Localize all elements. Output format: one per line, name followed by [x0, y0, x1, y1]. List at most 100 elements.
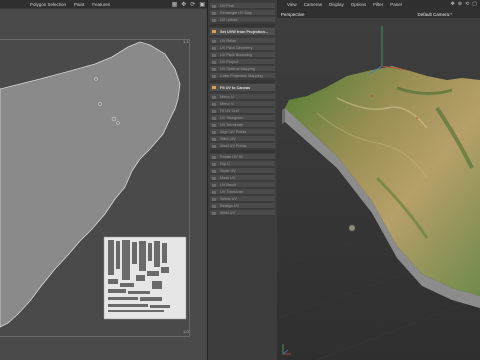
tool-icon — [212, 130, 216, 134]
tool-separator — [210, 150, 275, 153]
zoom-icon[interactable]: ⊕ — [458, 1, 462, 7]
tool-item[interactable]: UV Transform — [210, 189, 275, 195]
viewport-canvas[interactable] — [277, 18, 480, 360]
tool-item[interactable]: Mask UV — [210, 175, 275, 181]
tool-label: Set UVW from Projection... — [220, 30, 269, 34]
tool-item[interactable]: UV Unfold — [210, 17, 275, 23]
tool-label: Scale UV — [220, 169, 236, 173]
tool-label: Align UV Points — [220, 130, 247, 134]
tool-item[interactable]: Mirror V — [210, 101, 275, 107]
tool-label: UV Transform — [220, 190, 244, 194]
tool-item[interactable]: UV Brush — [210, 182, 275, 188]
tool-icon — [212, 46, 216, 50]
tool-label: UV Relax — [220, 39, 237, 43]
terrain-svg — [277, 26, 480, 360]
tool-item[interactable]: UV Relax — [210, 38, 275, 44]
tool-label: UV Peel — [220, 4, 234, 8]
tool-item[interactable]: Align UV Points — [210, 129, 275, 135]
menu-panel[interactable]: Panel — [390, 2, 402, 7]
menu-options[interactable]: Options — [351, 2, 367, 7]
tool-icon — [212, 155, 216, 159]
menu-paint[interactable]: Paint — [74, 2, 84, 7]
tool-item[interactable]: Fit UV Grid — [210, 108, 275, 114]
grid-icon[interactable]: ▦ — [172, 1, 178, 8]
world-axis-icon — [282, 344, 291, 355]
tool-label: Flip U — [220, 162, 230, 166]
tool-label: UV Optimal Mapping — [220, 67, 256, 71]
move-icon[interactable]: ✥ — [181, 1, 186, 8]
tool-label: UV Unfold — [220, 18, 238, 22]
tool-item[interactable]: Mirror U — [210, 94, 275, 100]
tool-icon — [212, 18, 216, 22]
tool-item[interactable]: Rotate UV 90 — [210, 154, 275, 160]
tool-label: Rotate UV 90 — [220, 155, 243, 159]
tool-label: UV Project — [220, 60, 239, 64]
tool-item[interactable]: UV Pack Geometry — [210, 45, 275, 51]
tool-icon — [212, 169, 216, 173]
tool-item[interactable]: UV Pack Bounding — [210, 52, 275, 58]
tool-item[interactable]: UV Peel — [210, 3, 275, 9]
camera-name: Default Camera — [417, 12, 449, 17]
camera-symbol: :* — [448, 12, 452, 17]
tool-item[interactable]: Rectangle UV Map — [210, 10, 275, 16]
uv-toolbar: ▦ ✥ ⟳ ▣ — [172, 0, 205, 8]
tool-item[interactable]: Weld UV Points — [210, 143, 275, 149]
tool-item[interactable]: Flip U — [210, 161, 275, 167]
tool-icon — [212, 204, 216, 208]
tool-item[interactable]: Cube Projection Mapping — [210, 73, 275, 79]
tool-icon — [212, 162, 216, 166]
tool-icon — [212, 183, 216, 187]
tool-item[interactable]: Weld UV — [210, 210, 275, 216]
camera-selector[interactable]: Default Camera:* — [417, 12, 452, 17]
uv-canvas[interactable]: 1,1 1,0 — [0, 9, 207, 360]
menu-filter[interactable]: Filter — [373, 2, 383, 7]
maximize-icon[interactable]: ▢ — [472, 1, 477, 7]
uv-island-small — [94, 77, 98, 81]
tool-label: UV Straighten — [220, 116, 244, 120]
lock-icon[interactable]: ▣ — [199, 1, 205, 8]
rotate-icon[interactable]: ⟳ — [190, 1, 195, 8]
viewport-panel: View Cameras Display Options Filter Pane… — [277, 0, 480, 360]
tool-icon — [212, 95, 216, 99]
tool-separator — [210, 24, 275, 27]
tool-item[interactable]: Realign UV — [210, 203, 275, 209]
tool-label: Stitch UV — [220, 137, 236, 141]
tool-item[interactable]: UV Optimal Mapping — [210, 66, 275, 72]
terrain-sidewall — [282, 108, 285, 124]
tool-icon — [212, 123, 216, 127]
menu-display[interactable]: Display — [329, 2, 344, 7]
tool-label: Rectangle UV Map — [220, 11, 252, 15]
tool-item[interactable]: UV Project — [210, 59, 275, 65]
tool-item[interactable]: UV Straighten — [210, 115, 275, 121]
menu-polygon-selection[interactable]: Polygon Selection — [30, 2, 66, 7]
tool-label: UV Brush — [220, 183, 237, 187]
menu-cameras[interactable]: Cameras — [304, 2, 322, 7]
tool-label: Fit UV Grid — [220, 109, 239, 113]
tool-icon — [212, 11, 216, 15]
tool-label: UV Pack Bounding — [220, 53, 252, 57]
uv-island-small — [116, 121, 120, 125]
axis-gizmo — [368, 26, 408, 75]
tool-item[interactable]: Set UVW from Projection... — [210, 28, 275, 36]
terrain-top — [285, 66, 480, 296]
tool-separator — [210, 80, 275, 83]
tool-label: UV Pack Geometry — [220, 46, 253, 50]
uv-island-svg — [0, 41, 187, 328]
rotate-icon[interactable]: ⟲ — [465, 1, 469, 7]
tool-item[interactable]: Select UV — [210, 196, 275, 202]
tool-icon — [212, 4, 216, 8]
tool-item[interactable]: UV Terminate — [210, 122, 275, 128]
tool-item[interactable]: Stitch UV — [210, 136, 275, 142]
tool-icon — [212, 39, 216, 43]
viewport-nav-icons: ✥ ⊕ ⟲ ▢ — [451, 1, 477, 7]
tool-icon — [212, 86, 216, 89]
uv-island-small — [111, 116, 117, 122]
tool-item[interactable]: Fit UV to Canvas — [210, 84, 275, 92]
menu-view[interactable]: View — [287, 2, 297, 7]
menu-features[interactable]: Features — [92, 2, 110, 7]
move-icon[interactable]: ✥ — [451, 1, 455, 7]
uv-editor-panel: Polygon Selection Paint Features ▦ ✥ ⟳ ▣… — [0, 0, 207, 360]
tool-label: UV Terminate — [220, 123, 243, 127]
viewport-label: Perspective — [281, 12, 305, 17]
tool-item[interactable]: Scale UV — [210, 168, 275, 174]
